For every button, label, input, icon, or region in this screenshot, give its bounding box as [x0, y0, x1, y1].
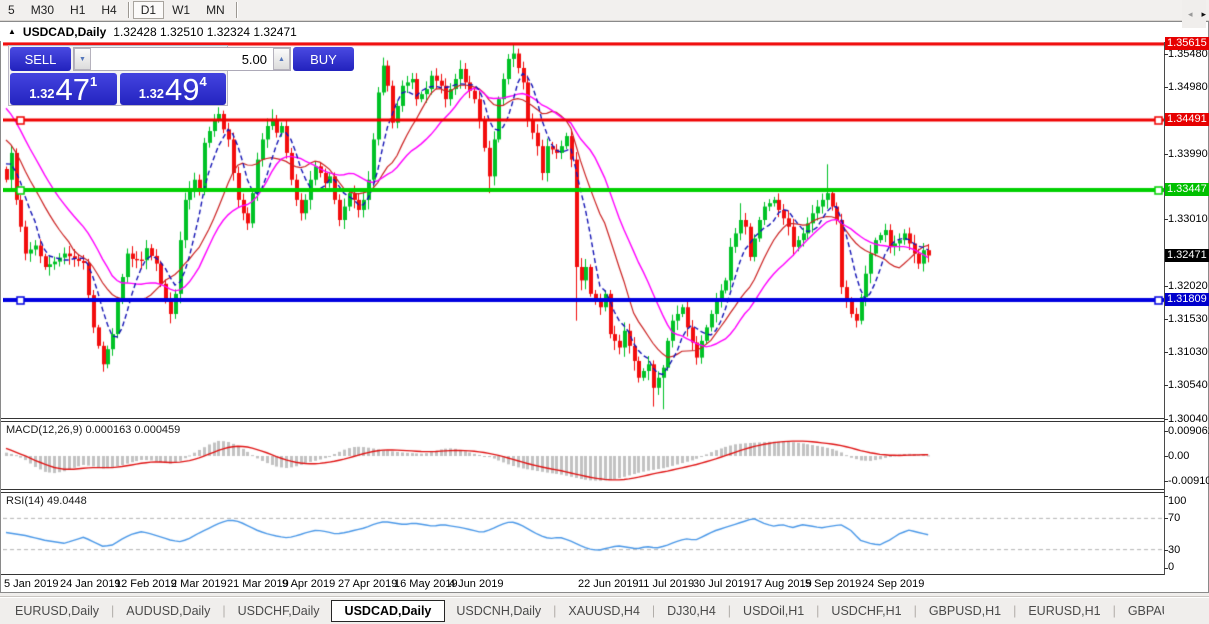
macd-indicator-label: MACD(12,26,9) 0.000163 0.000459 — [6, 424, 180, 436]
date-label: 24 Sep 2019 — [862, 578, 924, 590]
macd-axis-tick — [1164, 431, 1168, 432]
pane-separator — [1, 421, 1208, 422]
date-label: 17 Aug 2019 — [750, 578, 812, 590]
rsi-axis-tick — [1164, 496, 1168, 497]
sell-button[interactable]: SELL — [10, 47, 71, 71]
tab-eurusd-h1[interactable]: EURUSD,H1 — [1017, 601, 1111, 621]
pane-separator[interactable] — [1, 489, 1208, 490]
macd-axis-label: 0.00 — [1168, 450, 1189, 462]
timeframe-button-w1[interactable]: W1 — [164, 1, 198, 19]
tab-gbpaud-h1[interactable]: GBPAUD,H1 — [1117, 601, 1164, 621]
date-label: 5 Sep 2019 — [805, 578, 861, 590]
price-label: 1.31030 — [1168, 346, 1208, 358]
volume-spinner: ▼ ▲ — [73, 47, 291, 71]
tab-xauusd-h4[interactable]: XAUUSD,H4 — [557, 601, 651, 621]
tab-dj30-h4[interactable]: DJ30,H4 — [656, 601, 727, 621]
date-label: 11 Jul 2019 — [638, 578, 694, 590]
rsi-axis-label: 100 — [1168, 495, 1186, 507]
buy-price-point: 4 — [200, 74, 207, 89]
tab-usdchf-daily[interactable]: USDCHF,Daily — [227, 601, 331, 621]
sell-price-point: 1 — [90, 74, 97, 89]
rsi-axis-label: 0 — [1168, 561, 1174, 573]
chart-ohlc-values: 1.32428 1.32510 1.32324 1.32471 — [113, 25, 297, 39]
price-label: 1.31530 — [1168, 313, 1208, 325]
toolbar-separator — [128, 2, 130, 18]
buy-price-display[interactable]: 1.32 49 4 — [120, 73, 227, 105]
date-label: 2 Mar 2019 — [171, 578, 227, 590]
macd-axis-tick — [1164, 456, 1168, 457]
rsi-axis-tick — [1164, 518, 1168, 519]
date-label: 24 Jan 2019 — [60, 578, 121, 590]
sell-price-display[interactable]: 1.32 47 1 — [10, 73, 117, 105]
tab-scroll-controls: ◂▸ — [1182, 0, 1206, 28]
timeframe-button-h4[interactable]: H4 — [93, 1, 124, 19]
date-label: 27 Apr 2019 — [338, 578, 397, 590]
price-label: 1.32020 — [1168, 280, 1208, 292]
one-click-trading-panel: SELL ▼ ▲ BUY 1.32 47 1 1.32 49 4 — [8, 45, 228, 106]
collapse-triangle-icon[interactable]: ▲ — [8, 27, 16, 36]
tab-usdchf-h1[interactable]: USDCHF,H1 — [820, 601, 912, 621]
volume-increase-icon[interactable]: ▲ — [273, 48, 290, 70]
application: 5M30H1H4 D1W1MN ▲ USDCAD,Daily 1.32428 1.… — [0, 0, 1209, 624]
timeframe-button-m30[interactable]: M30 — [23, 1, 62, 19]
toolbar-separator — [236, 2, 238, 18]
rsi-indicator-label: RSI(14) 49.0448 — [6, 495, 87, 507]
symbol-tab-bar: EURUSD,Daily|AUDUSD,Daily|USDCHF,DailyUS… — [0, 596, 1209, 624]
timeframe-toolbar: 5M30H1H4 D1W1MN — [0, 0, 1209, 21]
chart-title-bar: ▲ USDCAD,Daily 1.32428 1.32510 1.32324 1… — [0, 22, 1200, 41]
tab-scroll-right-icon[interactable]: ▸ — [1201, 9, 1206, 20]
price-label: 1.34980 — [1168, 81, 1208, 93]
date-label: 22 Jun 2019 — [578, 578, 639, 590]
price-label: 1.30040 — [1168, 413, 1208, 425]
date-label: 9 Apr 2019 — [282, 578, 335, 590]
tab-usdcnh-daily[interactable]: USDCNH,Daily — [445, 601, 552, 621]
date-label: 30 Jul 2019 — [693, 578, 750, 590]
price-label-highlighted: 1.33447 — [1165, 183, 1209, 196]
tab-gbpusd-h1[interactable]: GBPUSD,H1 — [918, 601, 1012, 621]
rsi-axis-tick — [1164, 568, 1168, 569]
pane-separator — [1, 492, 1208, 493]
price-label-highlighted: 1.35615 — [1165, 37, 1209, 50]
chart-symbol-label: USDCAD,Daily — [23, 25, 106, 39]
date-label: 4 Jun 2019 — [449, 578, 503, 590]
timeframe-button-5[interactable]: 5 — [0, 1, 23, 19]
rsi-axis-label: 30 — [1168, 544, 1180, 556]
price-label-highlighted: 1.31809 — [1165, 293, 1209, 306]
buy-price-pips: 49 — [165, 77, 199, 103]
rsi-axis-tick — [1164, 550, 1168, 551]
timeframe-button-mn[interactable]: MN — [198, 1, 233, 19]
date-label: 5 Jan 2019 — [4, 578, 58, 590]
sell-price-pips: 47 — [56, 77, 90, 103]
rsi-axis-label: 70 — [1168, 512, 1180, 524]
price-label-highlighted: 1.32471 — [1165, 249, 1209, 262]
buy-price-prefix: 1.32 — [139, 86, 164, 101]
price-label: 1.33010 — [1168, 213, 1208, 225]
macd-axis-label: -0.009107 — [1168, 475, 1209, 487]
price-label: 1.30540 — [1168, 379, 1208, 391]
rsi-pane-canvas[interactable] — [3, 493, 1164, 574]
tab-usdcad-daily[interactable]: USDCAD,Daily — [331, 600, 446, 622]
date-label: 12 Feb 2019 — [115, 578, 177, 590]
buy-button[interactable]: BUY — [293, 47, 354, 71]
tab-audusd-daily[interactable]: AUDUSD,Daily — [115, 601, 221, 621]
price-label: 1.33990 — [1168, 148, 1208, 160]
timeframe-button-d1[interactable]: D1 — [133, 1, 164, 19]
tab-scroll-left-icon[interactable]: ◂ — [1188, 9, 1193, 20]
volume-input[interactable] — [91, 48, 273, 70]
date-label: 21 Mar 2019 — [227, 578, 289, 590]
tab-usdoil-h1[interactable]: USDOil,H1 — [732, 601, 815, 621]
tab-eurusd-daily[interactable]: EURUSD,Daily — [4, 601, 110, 621]
price-label-highlighted: 1.34491 — [1165, 113, 1209, 126]
timeframe-button-h1[interactable]: H1 — [62, 1, 93, 19]
volume-decrease-icon[interactable]: ▼ — [74, 48, 91, 70]
macd-axis-label: 0.009062 — [1168, 425, 1209, 437]
sell-price-prefix: 1.32 — [29, 86, 54, 101]
macd-axis-tick — [1164, 481, 1168, 482]
pane-separator[interactable] — [1, 418, 1208, 419]
pane-separator — [1, 574, 1208, 575]
